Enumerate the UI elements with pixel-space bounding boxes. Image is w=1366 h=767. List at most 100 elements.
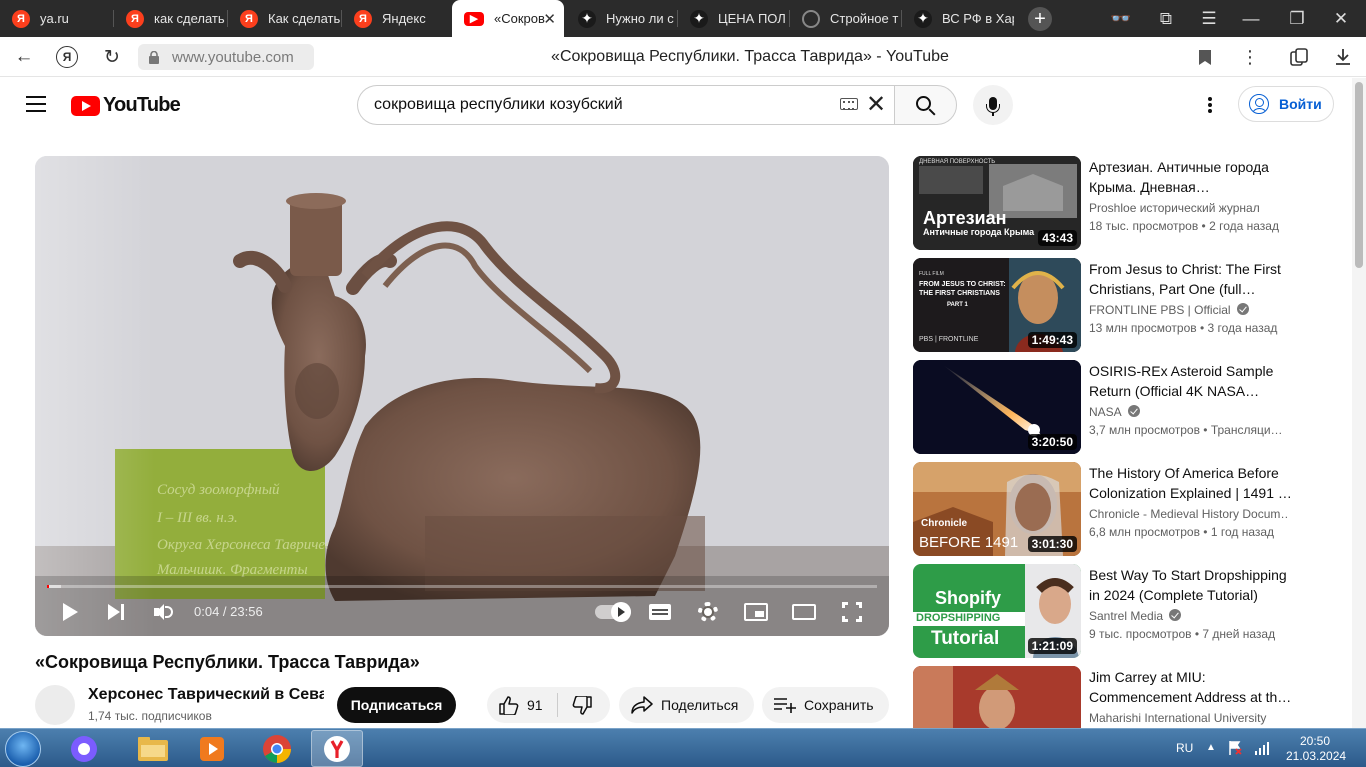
scrollbar-thumb[interactable] — [1355, 82, 1363, 268]
file-explorer-app[interactable] — [127, 730, 179, 767]
start-orb-icon[interactable] — [5, 731, 41, 767]
subscribe-button[interactable]: Подписаться — [337, 687, 456, 723]
network-signal-icon[interactable] — [1254, 740, 1270, 756]
browser-tab[interactable]: Я Яндекс — [342, 0, 450, 37]
tray-expand-icon[interactable]: ▲ — [1206, 742, 1216, 753]
browser-tab[interactable]: ✦ ВС РФ в Хар — [902, 0, 1014, 37]
play-button[interactable] — [57, 599, 83, 625]
channel-name[interactable]: Proshloe исторический журнал — [1089, 201, 1289, 215]
dislike-button[interactable] — [572, 695, 592, 718]
download-icon[interactable] — [1331, 45, 1355, 69]
video-title-link[interactable]: Best Way To Start Dropshipping in 2024 (… — [1089, 565, 1294, 605]
action-center-flag-icon[interactable] — [1228, 740, 1242, 756]
mute-button[interactable] — [151, 599, 177, 625]
recommended-video[interactable]: FULL FILM FROM JESUS TO CHRIST: THE FIRS… — [913, 258, 1333, 352]
subtitles-button[interactable] — [647, 599, 673, 625]
reload-icon[interactable]: ↻ — [100, 45, 124, 69]
media-player-app[interactable] — [186, 730, 238, 767]
restore-icon[interactable]: ❐ — [1286, 8, 1308, 30]
search-input[interactable]: сокровища республики козубский — [357, 85, 894, 125]
language-indicator[interactable]: RU — [1176, 741, 1193, 755]
recommended-video[interactable]: Shopify DROPSHIPPING Tutorial 1:21:09 Be… — [913, 564, 1333, 658]
channel-name[interactable]: Chronicle - Medieval History Docum… — [1089, 507, 1289, 521]
tray-clock[interactable]: 20:50 21.03.2024 — [1286, 734, 1346, 764]
browser-tab[interactable]: ✦ ЦЕНА ПОЛ — [678, 0, 788, 37]
thumbnail-subcaption: Античные города Крыма — [923, 227, 1035, 237]
channel-name[interactable]: FRONTLINE PBS | Official — [1089, 303, 1289, 317]
recommended-video[interactable]: Chronicle BEFORE 1491 3:01:30 The Histor… — [913, 462, 1333, 556]
chrome-app[interactable] — [251, 730, 303, 767]
channel-name[interactable]: Santrel Media — [1089, 609, 1289, 623]
extensions-icon[interactable] — [1287, 45, 1311, 69]
youtube-logo[interactable]: YouTube — [71, 94, 181, 117]
video-thumbnail[interactable]: 3:20:50 — [913, 360, 1081, 454]
channel-name[interactable]: Maharishi International University — [1089, 711, 1289, 725]
fullscreen-button[interactable] — [839, 599, 865, 625]
page-scrollbar[interactable] — [1352, 78, 1366, 728]
menu-icon[interactable]: ☰ — [1198, 8, 1220, 30]
video-title-link[interactable]: Артезиан. Античные города Крыма. Дневная… — [1089, 157, 1294, 197]
youtube-masthead: YouTube сокровища республики козубский ✕… — [0, 78, 1352, 134]
channel-name[interactable]: Херсонес Таврический в Сева — [88, 686, 324, 704]
view-count: 6,8 млн просмотров — [1089, 525, 1200, 539]
theater-mode-button[interactable] — [791, 599, 817, 625]
account-icon — [1249, 94, 1269, 114]
guide-menu-icon[interactable] — [26, 96, 46, 112]
recommended-video[interactable]: 3:20:50 OSIRIS-REx Asteroid Sample Retur… — [913, 360, 1333, 454]
incognito-glasses-icon[interactable]: 👓 — [1110, 8, 1132, 30]
progress-bar[interactable] — [47, 585, 877, 588]
settings-more-icon[interactable] — [1200, 95, 1220, 115]
video-thumbnail[interactable]: Shopify DROPSHIPPING Tutorial 1:21:09 — [913, 564, 1081, 658]
next-button[interactable] — [104, 599, 130, 625]
settings-button[interactable] — [695, 599, 721, 625]
browser-tab[interactable]: ✦ Нужно ли с — [566, 0, 676, 37]
video-thumbnail[interactable]: FULL FILM FROM JESUS TO CHRIST: THE FIRS… — [913, 258, 1081, 352]
yandex-shield-icon[interactable]: Я — [56, 46, 78, 68]
close-tab-icon[interactable]: ✕ — [543, 10, 556, 28]
video-thumbnail[interactable]: ДНЕВНАЯ ПОВЕРХНОСТЬ Артезиан Античные го… — [913, 156, 1081, 250]
autoplay-toggle[interactable] — [593, 599, 633, 625]
file-explorer-icon — [138, 736, 168, 761]
video-title-link[interactable]: OSIRIS-REx Asteroid Sample Return (Offic… — [1089, 361, 1294, 401]
browser-tab[interactable]: Стройное т — [790, 0, 900, 37]
thumbnail-caption: Shopify — [935, 588, 1001, 608]
minimize-icon[interactable]: — — [1240, 8, 1262, 30]
miniplayer-button[interactable] — [743, 599, 769, 625]
video-title-link[interactable]: From Jesus to Christ: The First Christia… — [1089, 259, 1294, 299]
thumbnail-caption: FROM JESUS TO CHRIST: THE FIRST CHRISTIA… — [919, 281, 1006, 297]
keyboard-icon[interactable] — [840, 98, 858, 110]
sign-in-button[interactable]: Войти — [1238, 86, 1334, 122]
share-button[interactable]: Поделиться — [619, 687, 754, 723]
more-vert-icon[interactable]: ⋮ — [1238, 45, 1262, 69]
channel-avatar[interactable] — [35, 685, 75, 725]
back-arrow-icon[interactable]: ← — [12, 45, 36, 69]
video-title-link[interactable]: The History Of America Before Colonizati… — [1089, 463, 1294, 503]
yandex-browser-app[interactable] — [311, 730, 363, 767]
video-player[interactable]: Сосуд зооморфный I – III вв. н.э. Округа… — [35, 156, 889, 636]
volume-icon — [154, 603, 174, 621]
tab-label: Как сделать — [268, 11, 340, 26]
tab-label: Яндекс — [382, 11, 426, 26]
browser-tab-active[interactable]: ▶ «Сокров ✕ — [452, 0, 564, 37]
channel-name[interactable]: NASA — [1089, 405, 1289, 419]
collections-icon[interactable]: ⧉ — [1155, 8, 1177, 30]
new-tab-icon[interactable]: + — [1028, 7, 1052, 31]
browser-tab[interactable]: Я Как сделать — [228, 0, 340, 37]
yandex-icon: Я — [240, 9, 258, 28]
bookmark-icon[interactable] — [1193, 45, 1217, 69]
like-button[interactable] — [499, 696, 519, 718]
voice-search-button[interactable] — [973, 85, 1013, 125]
browser-tab[interactable]: Якак сделать — [114, 0, 226, 37]
video-thumbnail[interactable]: Chronicle BEFORE 1491 3:01:30 — [913, 462, 1081, 556]
clear-search-icon[interactable]: ✕ — [866, 93, 886, 117]
chrome-icon — [263, 734, 291, 763]
video-metadata: 9 тыс. просмотров • 7 дней назад — [1089, 627, 1276, 641]
close-window-icon[interactable]: ✕ — [1330, 8, 1352, 30]
save-button[interactable]: Сохранить — [762, 687, 889, 723]
video-title-link[interactable]: Jim Carrey at MIU: Commencement Address … — [1089, 667, 1294, 707]
alice-app[interactable] — [58, 730, 110, 767]
url-field[interactable]: www.youtube.com — [138, 44, 314, 70]
search-button[interactable] — [894, 85, 957, 125]
browser-tab[interactable]: Яya.ru — [0, 0, 112, 37]
recommended-video[interactable]: ДНЕВНАЯ ПОВЕРХНОСТЬ Артезиан Античные го… — [913, 156, 1333, 250]
